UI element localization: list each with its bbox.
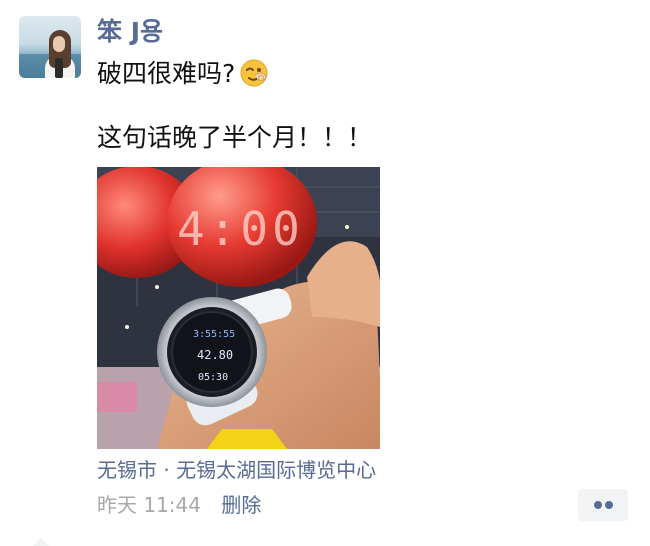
more-actions-button[interactable] xyxy=(578,489,628,521)
avatar-strap xyxy=(55,58,63,78)
delete-button[interactable]: 删除 xyxy=(221,493,261,517)
avatar-face xyxy=(53,36,65,52)
avatar[interactable] xyxy=(19,16,81,78)
post-text-1: 破四很难吗? xyxy=(97,59,236,88)
more-dot-icon xyxy=(594,501,602,509)
more-dot-icon xyxy=(605,501,613,509)
username-link[interactable]: 笨 J용 xyxy=(97,16,163,48)
watch-readout-time: 3:55:55 xyxy=(193,329,235,340)
watch-readout-distance: 42.80 xyxy=(197,348,233,362)
balloon-text: 4:00 xyxy=(177,202,304,256)
moments-post: 笨 J용 破四很难吗? 这句话晚了半个月！！！ 4:00 3:55:55 42.… xyxy=(0,0,650,546)
post-photo[interactable]: 4:00 3:55:55 42.80 05:30 xyxy=(97,167,380,449)
location-link[interactable]: 无锡市 · 无锡太湖国际博览中心 xyxy=(97,456,376,484)
post-text-line-2: 这句话晚了半个月！！！ xyxy=(97,123,373,152)
comment-caret-icon xyxy=(33,538,49,546)
photo-illustration: 4:00 3:55:55 42.80 05:30 xyxy=(97,167,380,449)
timestamp: 昨天 11:44 xyxy=(97,493,201,517)
wink-face-emoji-icon xyxy=(240,59,268,87)
post-text-line-1: 破四很难吗? xyxy=(97,57,269,91)
watch-readout-pace: 05:30 xyxy=(198,372,228,383)
post-meta: 昨天 11:44 删除 xyxy=(97,491,261,519)
